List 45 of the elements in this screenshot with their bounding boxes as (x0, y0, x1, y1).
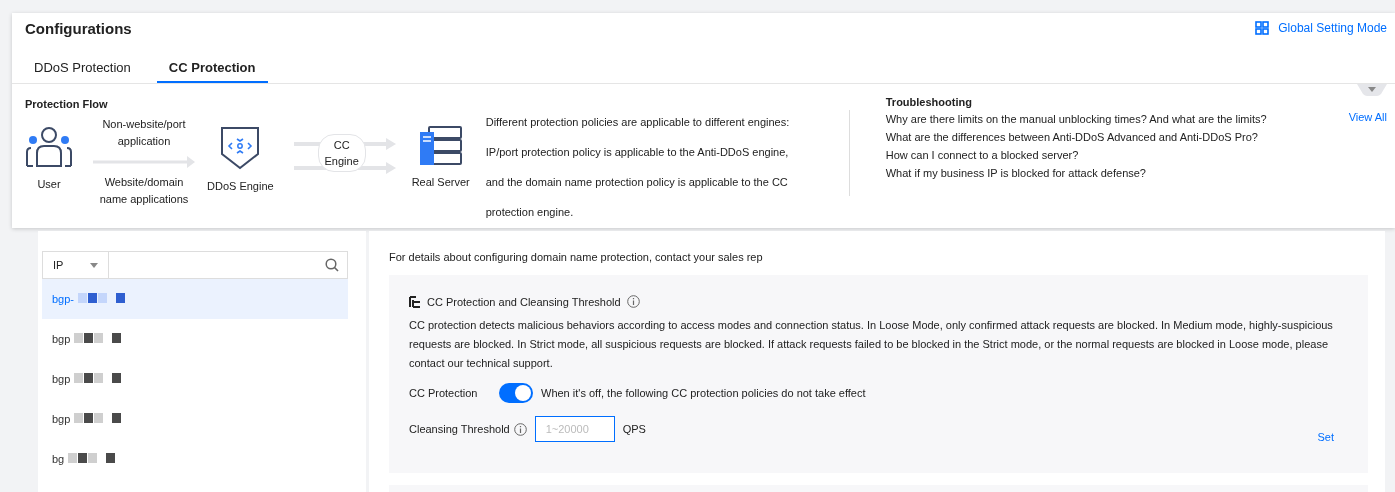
description-text: IP/port protection policy is applicable to the Anti-DDoS engine, (485, 145, 790, 160)
cc-engine-badge: CC Engine (317, 134, 366, 172)
collapse-icon[interactable] (1357, 84, 1387, 96)
instance-item[interactable]: bg (42, 439, 348, 479)
toggle-switch[interactable] (499, 383, 533, 403)
instance-item[interactable]: bgp (42, 359, 348, 399)
server-icon (418, 126, 463, 166)
shield-icon (220, 126, 261, 170)
card-title: CC Protection and Cleansing Threshold (427, 295, 621, 308)
info-icon (513, 422, 527, 436)
info-icon (626, 295, 640, 308)
field-label: Cleansing Threshold (409, 423, 510, 435)
node-label: Real Server (411, 176, 470, 188)
set-link[interactable]: Set (1317, 431, 1334, 443)
users-icon (25, 126, 73, 168)
hint-text: When it's off, the following CC protection policies do not take effect (541, 387, 866, 399)
notice-text: For details about configuring domain name protection, contact your sales rep (389, 251, 764, 263)
path-label: Non-website/port application (101, 117, 187, 149)
faq-link[interactable]: Why are there limits on the manual unblocking times? And what are the limits? (885, 113, 1267, 126)
instance-item[interactable]: bgp- (42, 279, 348, 319)
section-title: Protection Flow (25, 98, 109, 110)
page-title: Configurations (25, 19, 132, 37)
tab[interactable]: CC Protection (156, 57, 268, 83)
description-text: protection engine. (485, 205, 575, 220)
instance-item[interactable]: bgp (42, 399, 348, 439)
global-setting-mode-link[interactable]: Global Setting Mode (1255, 21, 1387, 35)
faq-link[interactable]: What if my business IP is blocked for attack defense? (885, 167, 1267, 180)
node-label: DDoS Engine (207, 180, 274, 192)
description-text: Different protection policies are applicable to different engines: (485, 115, 791, 130)
instance-item[interactable]: bgp (42, 319, 348, 359)
section-title: Troubleshooting (885, 96, 973, 108)
section-icon (409, 295, 421, 308)
faq-link[interactable]: What are the differences between Anti-DDoS Advanced and Anti-DDoS Pro? (885, 131, 1267, 144)
arrow-icon (93, 156, 195, 168)
node-label: User (37, 178, 61, 190)
tab[interactable]: DDoS Protection (22, 57, 143, 83)
threshold-input[interactable]: 1~20000 (534, 416, 615, 442)
description-text: CC protection detects malicious behaviors according to access modes and connection status. In Loose Mode, only confirmed attack requests are blocked. In Medium mode, highly-suspicious requests are blocked. In Strict mode, all suspicious requests are blocked. If attack requests failed to be blocked in the Strict mode, or the normal requests are blocked in Loose mode, please contact our technical support. (409, 318, 1334, 371)
field-label: CC Protection (409, 387, 479, 399)
view-all-link[interactable]: View All (1348, 110, 1387, 124)
unit-label: QPS (622, 423, 646, 435)
grid-icon (1255, 21, 1270, 35)
description-text: and the domain name protection policy is applicable to the CC (485, 175, 789, 190)
path-label: Website/domain name applications (98, 175, 190, 207)
faq-link[interactable]: How can I connect to a blocked server? (885, 149, 1267, 162)
